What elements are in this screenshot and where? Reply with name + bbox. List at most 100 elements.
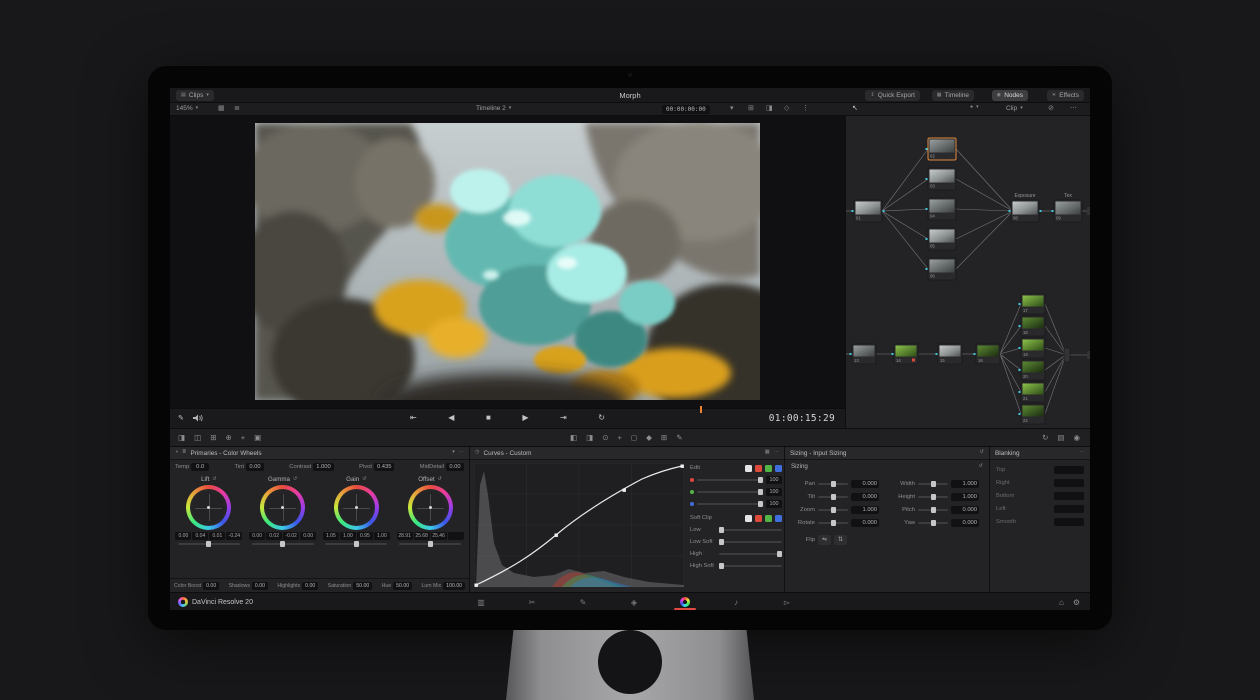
node-14[interactable]: 14: [892, 344, 919, 364]
softclip-y-button[interactable]: [745, 515, 752, 522]
node-more-icon[interactable]: ⋯: [1070, 105, 1077, 112]
info-icon[interactable]: ◉: [1073, 433, 1080, 442]
high-soft-slider[interactable]: [719, 565, 782, 567]
effects-button[interactable]: ∗ Effects: [1047, 90, 1084, 101]
zoom-value[interactable]: 1.000: [851, 506, 879, 514]
jump-start-button[interactable]: ⇤: [410, 413, 417, 422]
node-20[interactable]: 20: [1019, 360, 1046, 380]
gain-master-slider[interactable]: [325, 543, 387, 545]
gamma-master-slider[interactable]: [252, 543, 314, 545]
bars-mode-icon[interactable]: ≣: [182, 450, 186, 455]
channel-y-button[interactable]: [745, 465, 752, 472]
playhead-marker[interactable]: [700, 406, 702, 413]
gallery-still-icon[interactable]: ◨: [178, 433, 185, 442]
viewer-option-icon-2[interactable]: ⊞: [748, 105, 754, 112]
edit-page-button[interactable]: ✎: [568, 593, 598, 610]
lum-mix-field[interactable]: 100.00: [443, 582, 465, 590]
lift-reset-icon[interactable]: ↺: [212, 477, 216, 482]
gain-value-g[interactable]: 0.95: [357, 532, 373, 540]
media-page-button[interactable]: ▥: [466, 593, 496, 610]
saturation-field[interactable]: 50.00: [353, 582, 372, 590]
offset-value-b[interactable]: 25.46: [431, 532, 447, 540]
lift-value-b[interactable]: -0.24: [226, 532, 242, 540]
key-tool-icon[interactable]: ✎: [676, 433, 682, 442]
tilt-value[interactable]: 0.000: [851, 493, 879, 501]
low-slider[interactable]: [719, 529, 782, 531]
cut-page-button[interactable]: ✂: [517, 593, 547, 610]
offset-value-r[interactable]: 28.91: [397, 532, 413, 540]
node-16[interactable]: 16: [974, 344, 1001, 364]
blue-gang-slider[interactable]: [697, 503, 763, 505]
pan-value[interactable]: 0.000: [851, 480, 879, 488]
softclip-r-button[interactable]: [755, 515, 762, 522]
blur-tool-icon[interactable]: ⊞: [661, 433, 667, 442]
lift-value-g[interactable]: 0.01: [209, 532, 225, 540]
viewer-option-icon-3[interactable]: ◨: [766, 105, 773, 112]
pitch-slider[interactable]: [918, 509, 948, 511]
highlight-icon[interactable]: ⊙: [602, 433, 608, 442]
width-value[interactable]: 1.000: [951, 480, 979, 488]
rotate-value[interactable]: 0.000: [851, 519, 879, 527]
node-pointer-tool[interactable]: ↖: [852, 105, 858, 112]
highlights-field[interactable]: 0.00: [302, 582, 318, 590]
viewer-grid-icon[interactable]: ▦: [218, 105, 225, 112]
flip-vertical-button[interactable]: ⇅: [834, 535, 847, 545]
node-19[interactable]: 19: [1019, 338, 1046, 358]
green-gang-slider[interactable]: [697, 491, 763, 493]
offset-value-extra[interactable]: [448, 532, 464, 540]
blanking-right-value[interactable]: [1054, 479, 1084, 487]
lift-master-slider[interactable]: [178, 543, 240, 545]
hue-field[interactable]: 50.00: [393, 582, 412, 590]
nodes-view-button[interactable]: ◉ Nodes: [992, 90, 1028, 101]
yaw-slider[interactable]: [918, 522, 948, 524]
channel-b-button[interactable]: [775, 465, 782, 472]
middetail-field[interactable]: 0.00: [446, 463, 464, 471]
node-02[interactable]: 02: [926, 138, 957, 160]
settings-gear-icon[interactable]: ⚙: [1073, 598, 1080, 607]
node-13[interactable]: 13: [850, 344, 877, 364]
home-icon[interactable]: ⌂: [1059, 598, 1064, 607]
height-slider[interactable]: [918, 496, 948, 498]
gamma-value-r[interactable]: 0.02: [266, 532, 282, 540]
offset-color-wheel[interactable]: [408, 485, 453, 530]
blanking-top-value[interactable]: [1054, 466, 1084, 474]
softclip-g-button[interactable]: [765, 515, 772, 522]
gain-value-y[interactable]: 1.05: [323, 532, 339, 540]
crosshair-tool-icon[interactable]: +: [241, 433, 245, 442]
lift-color-wheel[interactable]: [186, 485, 231, 530]
zoom-tool-icon[interactable]: ⊕: [225, 433, 231, 442]
color-boost-field[interactable]: 0.00: [203, 582, 219, 590]
blanking-left-value[interactable]: [1054, 505, 1084, 513]
gamma-color-wheel[interactable]: [260, 485, 305, 530]
gamma-reset-icon[interactable]: ↺: [293, 477, 297, 482]
viewer-timecode-field[interactable]: 00:00:00:00: [662, 105, 710, 114]
timeline-view-button[interactable]: ▦ Timeline: [932, 90, 974, 101]
node-17[interactable]: 17: [1019, 294, 1046, 314]
pan-slider[interactable]: [818, 483, 848, 485]
node-21[interactable]: 21: [1019, 382, 1046, 402]
clip-list-icon[interactable]: ▤: [1057, 433, 1064, 442]
low-soft-slider[interactable]: [719, 541, 782, 543]
primaries-caret-icon[interactable]: ▾: [452, 450, 455, 455]
node-graph[interactable]: Exposure Tex 01 02: [846, 116, 1090, 428]
curves-mode-icon[interactable]: ◷: [475, 450, 480, 455]
curves-graph[interactable]: [474, 463, 684, 587]
grid-tool-icon[interactable]: ▣: [254, 433, 261, 442]
node-05[interactable]: 05: [926, 228, 957, 250]
viewer-list-icon[interactable]: ≣: [234, 105, 240, 112]
curves-more-icon[interactable]: ⋯: [774, 450, 779, 455]
blanking-more-icon[interactable]: ⋯: [1080, 450, 1085, 455]
gain-value-b[interactable]: 1.00: [374, 532, 390, 540]
offset-reset-icon[interactable]: ↺: [438, 477, 442, 482]
contrast-field[interactable]: 1.000: [313, 463, 334, 471]
node-06[interactable]: 06: [926, 258, 957, 280]
sizing-section-reset-icon[interactable]: ↺: [979, 464, 983, 469]
primaries-more-icon[interactable]: ⋯: [459, 450, 464, 455]
pivot-field[interactable]: 0.435: [374, 463, 395, 471]
window-tool-icon[interactable]: ◻: [631, 433, 637, 442]
channel-r-button[interactable]: [755, 465, 762, 472]
gain-color-wheel[interactable]: [334, 485, 379, 530]
split-screen-icon[interactable]: ◫: [194, 433, 201, 442]
gamma-value-b[interactable]: 0.00: [300, 532, 316, 540]
step-back-button[interactable]: ◀: [448, 413, 454, 422]
